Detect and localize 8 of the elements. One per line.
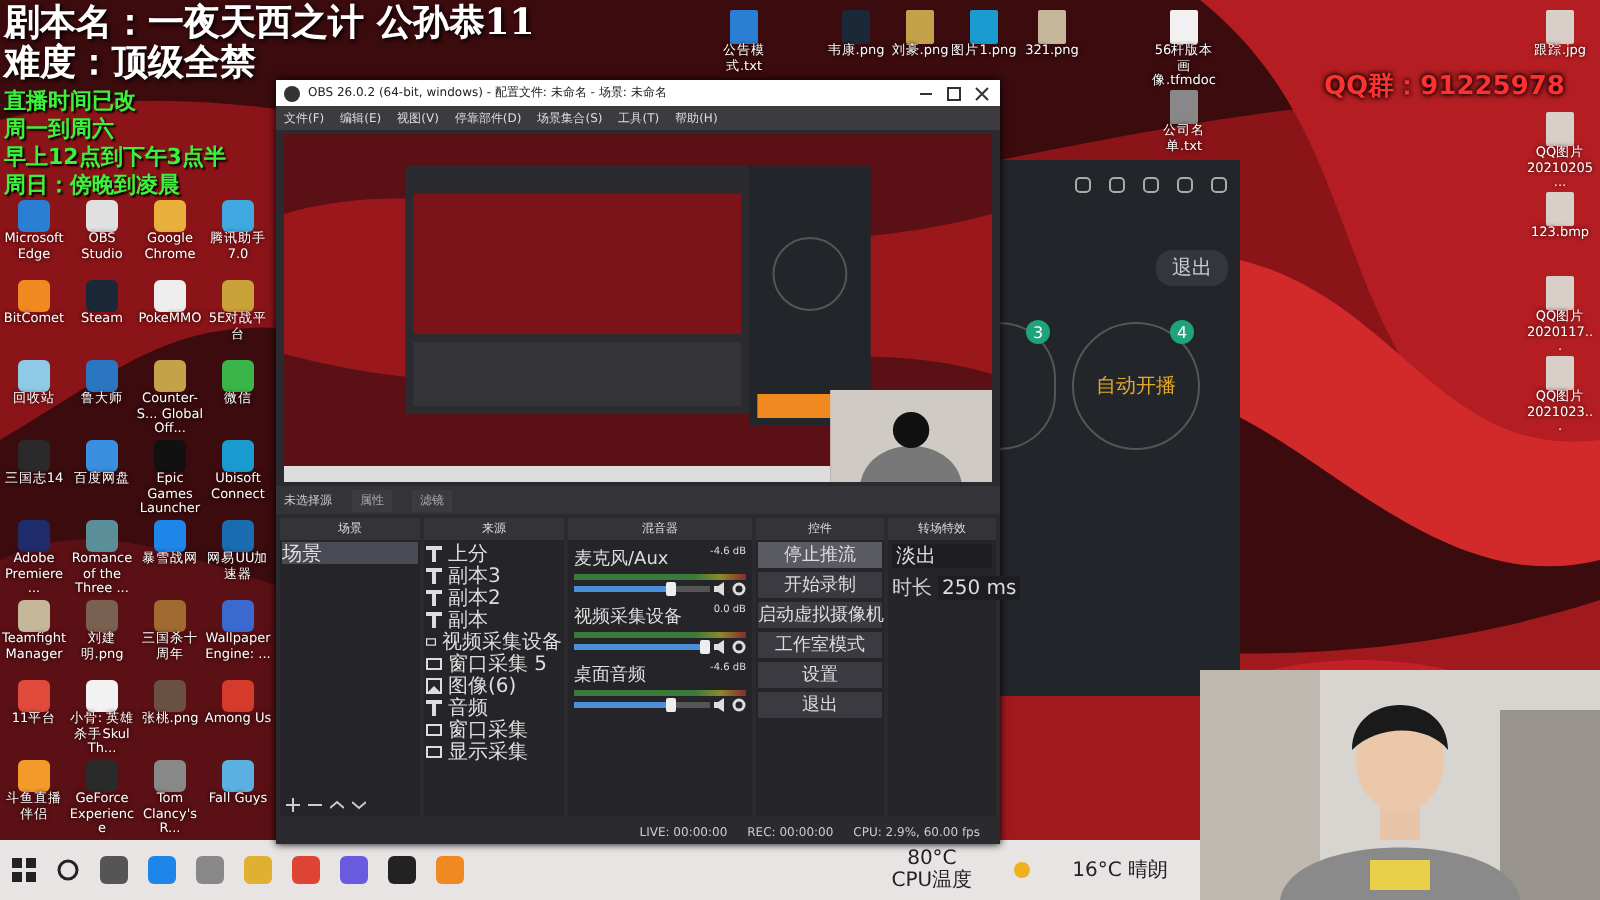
cpu-temperature: 80°C <box>907 848 957 870</box>
search-icon[interactable] <box>56 858 80 882</box>
weather-text: 16°C 晴朗 <box>1072 859 1168 881</box>
taskbar-app-icon[interactable] <box>388 856 416 884</box>
start-icon[interactable] <box>12 858 36 882</box>
weather-icon <box>1012 860 1033 880</box>
taskbar-app-icon[interactable] <box>100 856 128 884</box>
cpu-temperature-label: CPU温度 <box>891 870 973 892</box>
